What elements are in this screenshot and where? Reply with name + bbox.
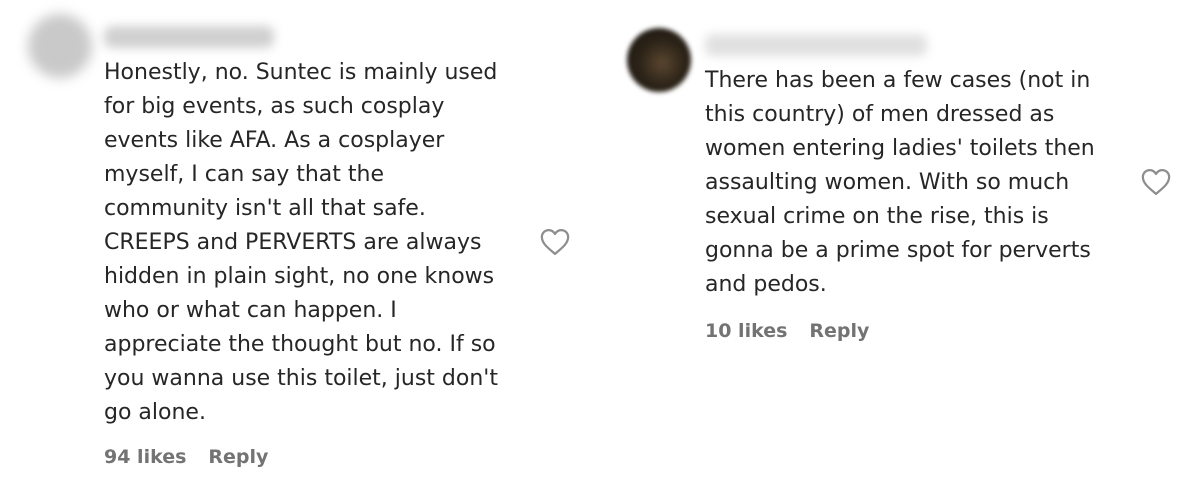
comment-meta: 94 likes Reply [104, 446, 268, 468]
reply-button[interactable]: Reply [208, 446, 268, 468]
reply-button[interactable]: Reply [809, 320, 869, 342]
heart-icon[interactable] [1141, 168, 1171, 196]
heart-icon[interactable] [540, 228, 570, 256]
comment-meta: 10 likes Reply [705, 320, 869, 342]
avatar[interactable] [28, 14, 92, 78]
likes-count[interactable]: 10 likes [705, 320, 787, 342]
avatar[interactable] [627, 28, 691, 92]
comments-section: Honestly, no. Suntec is mainly used for … [0, 0, 1200, 494]
username-blurred[interactable] [705, 34, 927, 56]
likes-count[interactable]: 94 likes [104, 446, 186, 468]
comment-text: Honestly, no. Suntec is mainly used for … [104, 60, 498, 425]
comment-text: There has been a few cases (not in this … [705, 68, 1095, 297]
username-blurred[interactable] [104, 26, 274, 48]
